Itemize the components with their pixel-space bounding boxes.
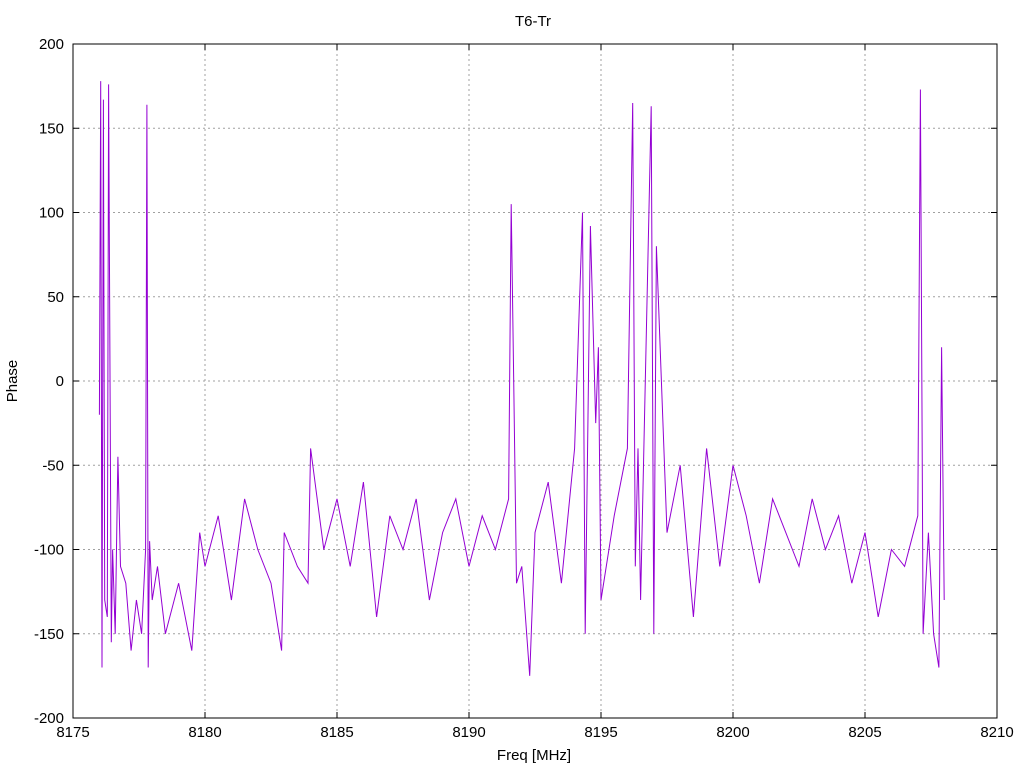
y-tick-label: -200 [34, 710, 64, 727]
series-line-0 [98, 81, 945, 676]
x-tick-label: 8190 [452, 724, 485, 741]
y-tick-label: -100 [34, 542, 64, 559]
y-tick-label: -150 [34, 626, 64, 643]
phase-chart: 8175 8180 8185 8190 8195 8200 8205 8210-200-150… [4, 13, 1014, 764]
x-tick-label: 8200 [716, 724, 749, 741]
series-layer [98, 81, 945, 676]
x-tick-label: 8180 [188, 724, 221, 741]
chart-title: T6-Tr [515, 13, 551, 30]
y-tick-label: -50 [42, 457, 64, 474]
y-axis-label: Phase [4, 360, 21, 403]
x-tick-label: 8205 [848, 724, 881, 741]
y-tick-label: 100 [39, 205, 64, 222]
tick-labels: 8175 8180 8185 8190 8195 8200 8205 8210-200-150… [34, 36, 1014, 741]
x-tick-label: 8185 [320, 724, 353, 741]
grid-lines [73, 44, 997, 718]
x-tick-label: 8195 [584, 724, 617, 741]
x-axis-label: Freq [MHz] [497, 747, 571, 764]
x-tick-label: 8210 [980, 724, 1013, 741]
y-tick-label: 200 [39, 36, 64, 53]
y-tick-label: 50 [47, 289, 64, 306]
y-tick-label: 0 [56, 373, 64, 390]
y-tick-label: 150 [39, 120, 64, 137]
